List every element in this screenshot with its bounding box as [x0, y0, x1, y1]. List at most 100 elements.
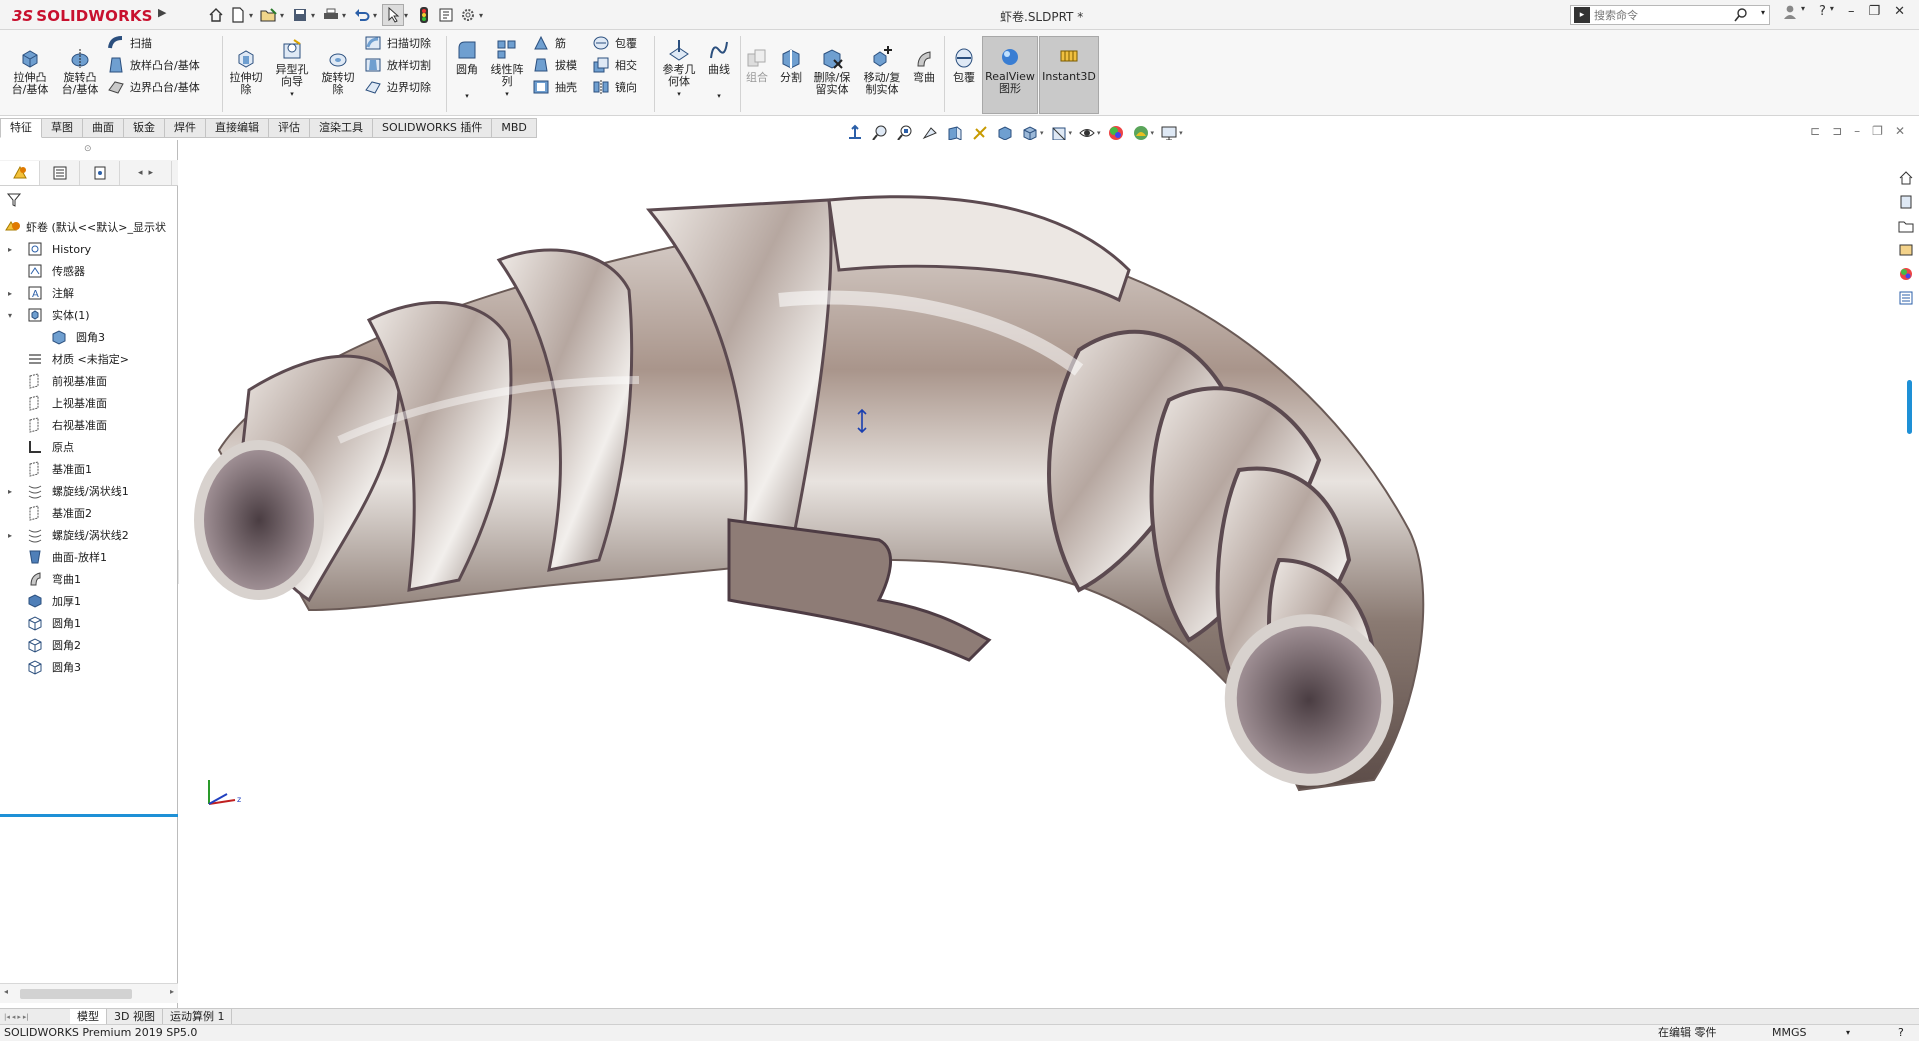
- minimize-icon[interactable]: –: [1848, 4, 1855, 24]
- custom-properties-icon[interactable]: [1896, 288, 1916, 308]
- tree-item[interactable]: 前视基准面: [0, 370, 178, 392]
- menu-flyout-arrow-icon[interactable]: ▶: [158, 6, 168, 24]
- file-properties-icon[interactable]: [435, 4, 457, 26]
- linear-pattern-button[interactable]: 线性阵 列 ▾: [486, 38, 528, 100]
- hole-wizard-dropdown-icon[interactable]: ▾: [290, 88, 294, 100]
- tree-item[interactable]: 圆角2: [0, 634, 178, 656]
- panel-tab-scroll[interactable]: ◂ ▸: [120, 160, 172, 185]
- scroll-left-arrow-icon[interactable]: ◂: [4, 987, 8, 996]
- solidworks-logo[interactable]: 3S SOLIDWORKS: [12, 5, 153, 27]
- extrude-cut-button[interactable]: 拉伸切 除: [226, 46, 266, 96]
- sweep-button[interactable]: 扫描: [107, 34, 152, 52]
- new-dropdown-icon[interactable]: ▾: [249, 11, 258, 20]
- monitor-dropdown-icon[interactable]: ▾: [1179, 129, 1183, 137]
- options-dropdown-icon[interactable]: ▾: [479, 11, 488, 20]
- tab-solidworks-addins[interactable]: SOLIDWORKS 插件: [373, 118, 493, 138]
- tree-item[interactable]: 材质 <未指定>: [0, 348, 178, 370]
- select-dropdown-icon[interactable]: ▾: [404, 11, 413, 20]
- rib-button[interactable]: 筋: [532, 34, 566, 52]
- expand-arrow-icon[interactable]: ▸: [8, 245, 12, 254]
- mirror-button[interactable]: 镜向: [592, 78, 637, 96]
- tab-sheet-metal[interactable]: 钣金: [124, 118, 165, 138]
- split-button[interactable]: 分割: [774, 46, 808, 84]
- viewport-collapse-left-icon[interactable]: ⊏: [1810, 124, 1820, 138]
- hide-show-dropdown-icon[interactable]: ▾: [1069, 129, 1073, 137]
- linear-pattern-dropdown-icon[interactable]: ▾: [505, 88, 509, 100]
- tab-model[interactable]: 模型: [70, 1008, 107, 1025]
- tab-render-tools[interactable]: 渲染工具: [310, 118, 373, 138]
- reference-geometry-button[interactable]: 参考几 何体 ▾: [658, 38, 700, 100]
- boundary-cut-button[interactable]: 边界切除: [364, 78, 431, 96]
- tree-item[interactable]: 基准面1: [0, 458, 178, 480]
- rollback-bar[interactable]: [0, 814, 178, 817]
- open-icon[interactable]: [258, 4, 280, 26]
- collapse-arrow-icon[interactable]: ▾: [8, 311, 12, 320]
- shell-button[interactable]: 抽壳: [532, 78, 577, 96]
- boundary-boss-button[interactable]: 边界凸台/基体: [107, 78, 200, 96]
- save-icon[interactable]: [289, 4, 311, 26]
- tree-item[interactable]: 圆角1: [0, 612, 178, 634]
- wrap2-button[interactable]: 包覆: [948, 46, 980, 84]
- status-help-icon[interactable]: ?: [1898, 1025, 1904, 1041]
- panel-horizontal-scrollbar[interactable]: ◂ ▸: [0, 983, 178, 1003]
- tree-item[interactable]: ▾ 实体(1): [0, 304, 178, 326]
- curves-button[interactable]: 曲线 ▾: [702, 38, 736, 102]
- tab-weldments[interactable]: 焊件: [165, 118, 206, 138]
- hole-wizard-button[interactable]: 异型孔 向导 ▾: [271, 38, 313, 100]
- select-icon[interactable]: [382, 4, 404, 26]
- tree-item[interactable]: 原点: [0, 436, 178, 458]
- tree-item[interactable]: ▸ A 注解: [0, 282, 178, 304]
- tab-motion-study[interactable]: 运动算例 1: [163, 1008, 233, 1025]
- help-dropdown-icon[interactable]: ▾: [1830, 4, 1834, 24]
- draft-button[interactable]: 拔模: [532, 56, 577, 74]
- print-dropdown-icon[interactable]: ▾: [342, 11, 351, 20]
- display-style-dropdown-icon[interactable]: ▾: [1040, 129, 1044, 137]
- wrap-button[interactable]: 包覆: [592, 34, 637, 52]
- tree-item[interactable]: 加厚1: [0, 590, 178, 612]
- open-dropdown-icon[interactable]: ▾: [280, 11, 289, 20]
- tree-item[interactable]: 右视基准面: [0, 414, 178, 436]
- close-icon[interactable]: ✕: [1894, 4, 1905, 24]
- fillet-button[interactable]: 圆角 ▾: [450, 38, 484, 102]
- tree-item[interactable]: 传感器: [0, 260, 178, 282]
- reference-geometry-dropdown-icon[interactable]: ▾: [677, 88, 681, 100]
- search-dropdown-icon[interactable]: ▾: [1761, 8, 1765, 17]
- propertymanager-tab-icon[interactable]: [40, 160, 80, 185]
- view-palette-icon[interactable]: [1896, 240, 1916, 260]
- undo-dropdown-icon[interactable]: ▾: [373, 11, 382, 20]
- instant3d-button[interactable]: Instant3D: [1039, 36, 1099, 114]
- tab-features[interactable]: 特征: [0, 118, 42, 138]
- revolve-boss-button[interactable]: 旋转凸 台/基体: [60, 46, 100, 96]
- view-settings-dropdown-icon[interactable]: ▾: [1151, 129, 1155, 137]
- tree-item[interactable]: 曲面-放样1: [0, 546, 178, 568]
- flex-button[interactable]: 弯曲: [908, 46, 940, 84]
- appearance-dropdown-icon[interactable]: ▾: [1097, 129, 1101, 137]
- tree-root[interactable]: 虾卷 (默认<<默认>_显示状: [0, 216, 178, 238]
- combine-button[interactable]: 组合: [742, 46, 772, 84]
- viewport-expand-icon[interactable]: ⊐: [1832, 124, 1842, 138]
- options-gear-icon[interactable]: [457, 4, 479, 26]
- filter-icon[interactable]: [6, 192, 22, 211]
- viewport-close-icon[interactable]: ✕: [1895, 124, 1905, 138]
- scroll-right-icon[interactable]: ▸: [149, 168, 154, 178]
- scroll-left-icon[interactable]: ◂: [138, 168, 143, 178]
- file-explorer-icon[interactable]: [1896, 216, 1916, 236]
- tree-item[interactable]: ▸ 螺旋线/涡状线2: [0, 524, 178, 546]
- search-input[interactable]: [1594, 8, 1724, 22]
- sweep-cut-button[interactable]: 扫描切除: [364, 34, 431, 52]
- next-tab-icon[interactable]: ▸: [17, 1013, 21, 1021]
- realview-graphics-button[interactable]: RealView 图形: [982, 36, 1038, 114]
- tree-item[interactable]: 基准面2: [0, 502, 178, 524]
- tree-item[interactable]: 圆角3: [0, 326, 178, 348]
- tree-item[interactable]: 上视基准面: [0, 392, 178, 414]
- first-tab-icon[interactable]: |◂: [4, 1013, 10, 1021]
- appearances-scenes-icon[interactable]: [1896, 264, 1916, 284]
- user-icon[interactable]: [1783, 4, 1797, 24]
- unit-system[interactable]: MMGS: [1772, 1025, 1807, 1041]
- print-icon[interactable]: [320, 4, 342, 26]
- expand-arrow-icon[interactable]: ▸: [8, 289, 12, 298]
- tree-item[interactable]: ▸ 螺旋线/涡状线1: [0, 480, 178, 502]
- help-icon[interactable]: ?: [1819, 4, 1826, 24]
- tab-sketch[interactable]: 草图: [42, 118, 83, 138]
- revolve-cut-button[interactable]: 旋转切 除: [318, 46, 358, 96]
